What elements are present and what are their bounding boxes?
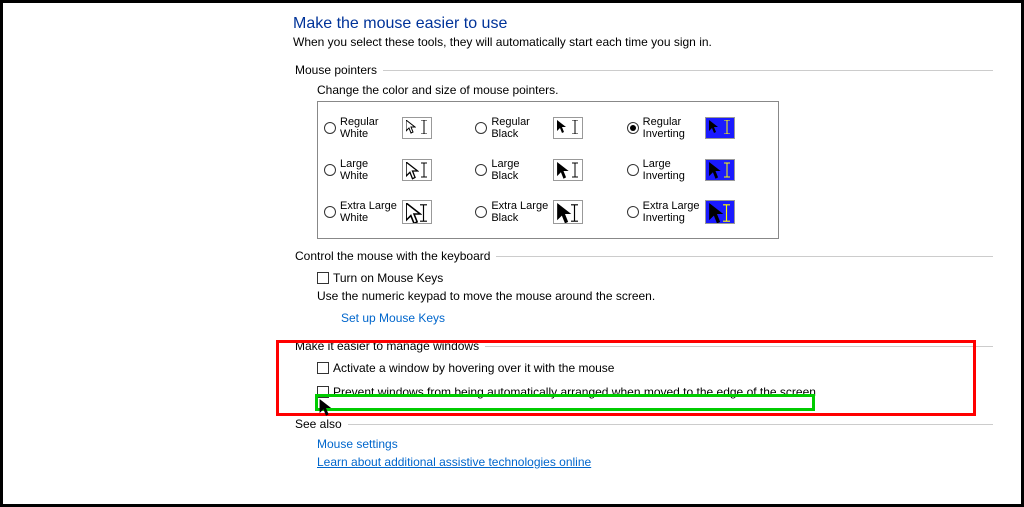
option-label: Large Black — [491, 158, 549, 182]
checkbox-icon — [317, 362, 329, 374]
main-content: Make the mouse easier to use When you se… — [293, 15, 993, 469]
option-label: Extra Large White — [340, 200, 398, 224]
section-keyboard: Control the mouse with the keyboard Turn… — [293, 249, 993, 325]
pointer-preview — [553, 117, 583, 139]
mouse-keys-desc: Use the numeric keypad to move the mouse… — [317, 289, 993, 303]
option-extra-large-black[interactable]: Extra Large Black — [475, 192, 620, 232]
section-mouse-pointers: Mouse pointers Change the color and size… — [293, 63, 993, 239]
link-mouse-settings[interactable]: Mouse settings — [317, 437, 398, 451]
radio-icon — [475, 206, 487, 218]
option-label: Extra Large Inverting — [643, 200, 701, 224]
link-learn-assistive[interactable]: Learn about additional assistive technol… — [317, 455, 591, 469]
legend-manage-windows: Make it easier to manage windows — [293, 339, 485, 353]
radio-icon — [627, 122, 639, 134]
legend-keyboard: Control the mouse with the keyboard — [293, 249, 496, 263]
option-large-white[interactable]: Large White — [324, 150, 469, 190]
option-label: Regular White — [340, 116, 398, 140]
checkbox-icon — [317, 386, 329, 398]
window-frame: Make the mouse easier to use When you se… — [0, 0, 1024, 507]
radio-icon — [475, 164, 487, 176]
legend-see-also: See also — [293, 417, 348, 431]
section-manage-windows: Make it easier to manage windows Activat… — [293, 339, 993, 403]
option-label: Regular Black — [491, 116, 549, 140]
checkbox-label: Turn on Mouse Keys — [333, 271, 443, 285]
page-subtitle: When you select these tools, they will a… — [293, 35, 993, 49]
pointer-preview — [402, 200, 432, 224]
pointer-preview — [705, 159, 735, 181]
link-setup-mouse-keys[interactable]: Set up Mouse Keys — [341, 311, 445, 325]
checkbox-icon — [317, 272, 329, 284]
pointer-preview — [402, 117, 432, 139]
pointer-preview — [705, 117, 735, 139]
mouse-pointers-desc: Change the color and size of mouse point… — [317, 83, 993, 97]
option-regular-inverting[interactable]: Regular Inverting — [627, 108, 772, 148]
checkbox-mouse-keys[interactable]: Turn on Mouse Keys — [317, 271, 993, 285]
checkbox-activate-hover[interactable]: Activate a window by hovering over it wi… — [317, 361, 993, 375]
pointer-preview — [402, 159, 432, 181]
pointer-preview — [705, 200, 735, 224]
radio-icon — [324, 122, 336, 134]
pointer-preview — [553, 159, 583, 181]
radio-icon — [324, 206, 336, 218]
option-label: Extra Large Black — [491, 200, 549, 224]
page-title: Make the mouse easier to use — [293, 15, 993, 33]
radio-icon — [475, 122, 487, 134]
radio-icon — [627, 164, 639, 176]
option-regular-white[interactable]: Regular White — [324, 108, 469, 148]
radio-icon — [324, 164, 336, 176]
legend-mouse-pointers: Mouse pointers — [293, 63, 383, 77]
option-large-inverting[interactable]: Large Inverting — [627, 150, 772, 190]
radio-icon — [627, 206, 639, 218]
option-large-black[interactable]: Large Black — [475, 150, 620, 190]
section-see-also: See also Mouse settings Learn about addi… — [293, 417, 993, 469]
option-extra-large-inverting[interactable]: Extra Large Inverting — [627, 192, 772, 232]
pointer-grid: Regular White Regular Black — [317, 101, 779, 239]
option-label: Large Inverting — [643, 158, 701, 182]
option-extra-large-white[interactable]: Extra Large White — [324, 192, 469, 232]
pointer-preview — [553, 200, 583, 224]
checkbox-prevent-arrange[interactable]: Prevent windows from being automatically… — [317, 385, 993, 399]
checkbox-label: Activate a window by hovering over it wi… — [333, 361, 614, 375]
checkbox-label: Prevent windows from being automatically… — [333, 385, 816, 399]
option-label: Regular Inverting — [643, 116, 701, 140]
option-regular-black[interactable]: Regular Black — [475, 108, 620, 148]
option-label: Large White — [340, 158, 398, 182]
